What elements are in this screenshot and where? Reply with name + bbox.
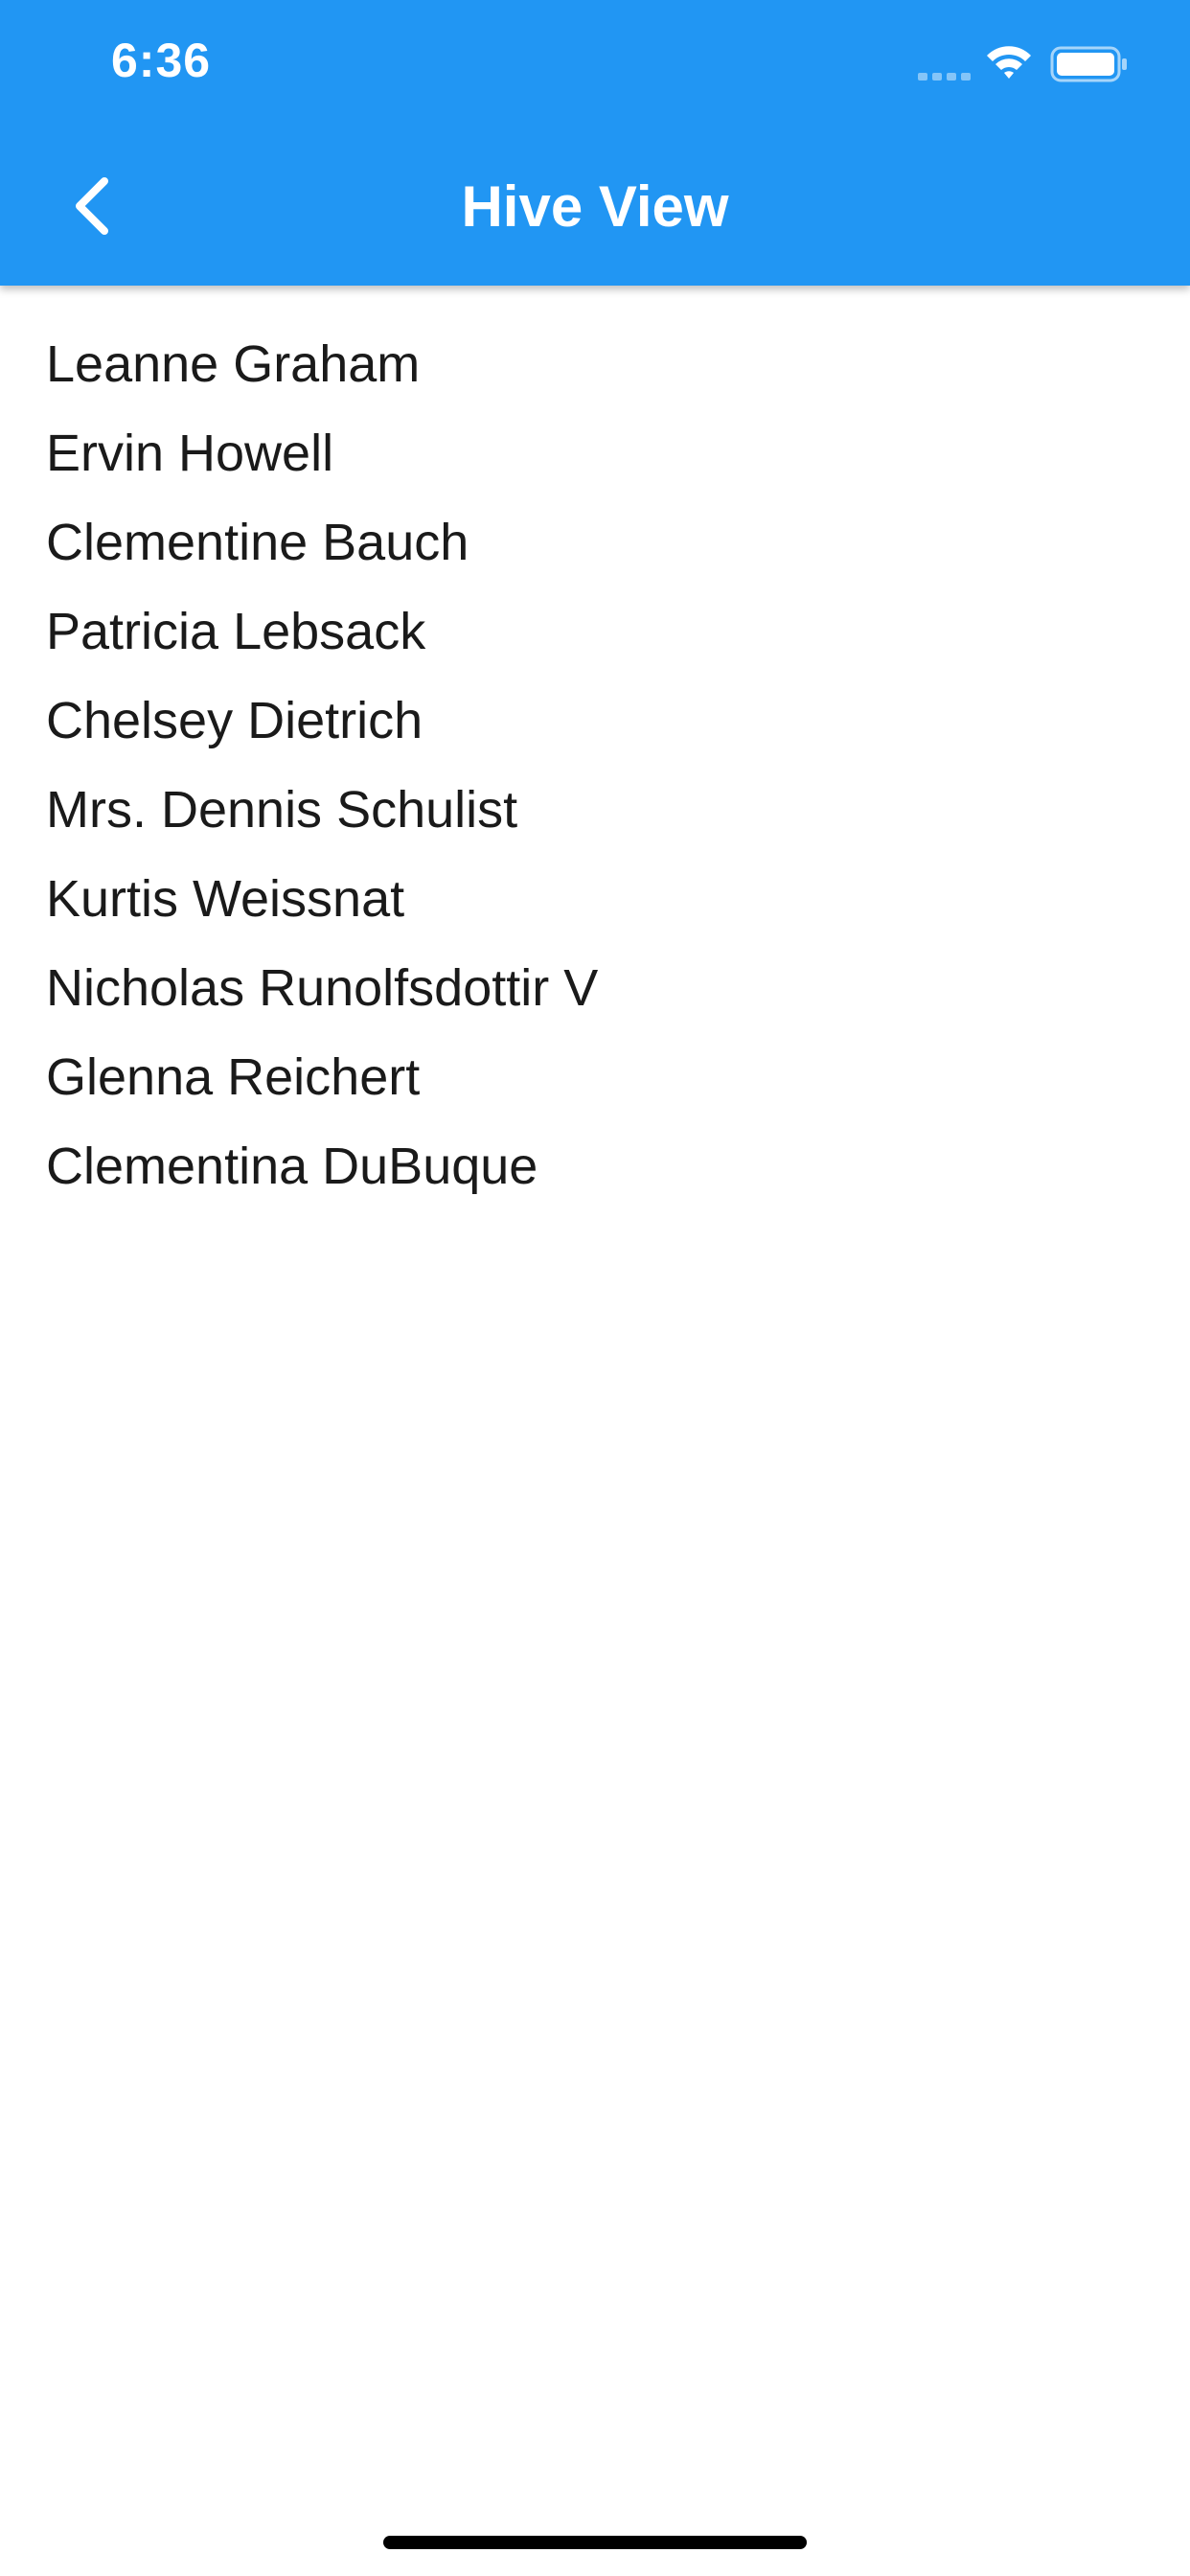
list-item[interactable]: Nicholas Runolfsdottir V [0,944,1190,1033]
list-item[interactable]: Clementine Bauch [0,498,1190,587]
user-list: Leanne Graham Ervin Howell Clementine Ba… [0,320,1190,1211]
page-title: Hive View [461,174,729,239]
list-item[interactable]: Kurtis Weissnat [0,855,1190,944]
screen: 6:36 Hive View Leanne Graham Ervin Howel… [0,0,1190,2576]
status-bar: 6:36 [0,0,1190,126]
list-item[interactable]: Mrs. Dennis Schulist [0,766,1190,855]
list-item[interactable]: Ervin Howell [0,409,1190,498]
list-item[interactable]: Patricia Lebsack [0,587,1190,677]
list-item[interactable]: Glenna Reichert [0,1033,1190,1122]
app-bar: 6:36 Hive View [0,0,1190,286]
battery-icon [1050,46,1127,82]
signal-icon [918,73,971,80]
home-indicator[interactable] [383,2536,807,2549]
list-item[interactable]: Leanne Graham [0,320,1190,409]
list-item[interactable]: Clementina DuBuque [0,1122,1190,1211]
navigation-bar: Hive View [0,126,1190,286]
list-item[interactable]: Chelsey Dietrich [0,677,1190,766]
wifi-icon [987,46,1031,79]
status-time: 6:36 [111,34,212,87]
